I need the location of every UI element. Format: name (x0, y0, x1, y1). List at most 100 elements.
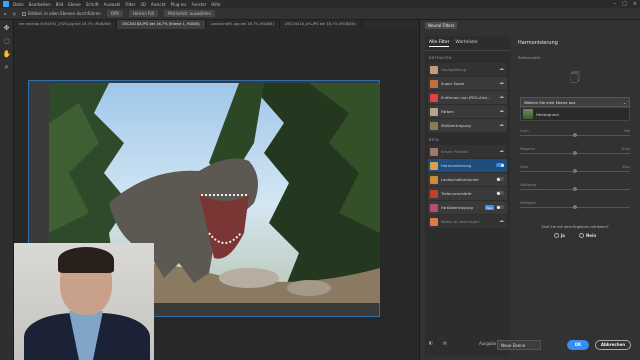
menu-fenster[interactable]: Fenster (191, 2, 206, 7)
depth-toggle[interactable] (496, 191, 504, 195)
slider-label: Magenta (520, 147, 535, 151)
filter-depth-blur[interactable]: Tiefenunschärfe (428, 187, 507, 200)
filter-thumb-icon (430, 121, 438, 130)
photoshop-logo-icon[interactable] (3, 1, 9, 7)
radio-icon[interactable] (553, 233, 559, 238)
tool-preset-icon[interactable]: ◎ (13, 11, 17, 16)
filter-harmonize[interactable]: Harmonisierung (428, 159, 507, 172)
maximize-icon[interactable]: □ (622, 1, 627, 7)
presenter-hair (58, 247, 114, 273)
menu-datei[interactable]: Datei (13, 2, 24, 7)
filter-skin-smoothing[interactable]: Hautglättung ☁ (428, 63, 507, 76)
feedback-options: Ja Nein (512, 233, 638, 238)
download-cloud-icon[interactable]: ☁ (499, 122, 504, 128)
tab-doc-3[interactable]: Landschaft1.jpg bei 16,7% (RGB/8) (206, 20, 280, 29)
menu-plugins[interactable]: Plug-ins (171, 2, 187, 7)
minimize-icon[interactable]: – (614, 1, 617, 7)
menu-schrift[interactable]: Schrift (86, 2, 99, 7)
filter-list: Alle Filter Warteliste ENTHALTEN Hautglä… (425, 36, 510, 356)
download-cloud-icon[interactable]: ☁ (499, 94, 504, 100)
download-cloud-icon[interactable]: ☁ (499, 66, 504, 72)
layer-select-dropdown[interactable]: Wählen Sie eine Ebene aus ⌄ (520, 97, 630, 107)
layer-thumb (523, 109, 533, 119)
feedback-no[interactable]: Nein (578, 233, 597, 238)
menu-bearbeiten[interactable]: Bearbeiten (29, 2, 51, 7)
filter-thumb-icon (430, 79, 438, 88)
hand-tool-icon[interactable]: ✋ (3, 50, 12, 58)
filter-label: Super Zoom (441, 81, 465, 86)
radio-icon[interactable] (578, 233, 584, 238)
slider-knob[interactable] (573, 205, 577, 209)
chevron-down-icon: ⌄ (622, 99, 626, 105)
filter-thumb-icon (430, 147, 438, 156)
download-cloud-icon[interactable]: ☁ (499, 108, 504, 114)
slider-label: Gelb (520, 165, 528, 169)
filter-colorize[interactable]: Färben ☁ (428, 105, 507, 118)
landscape-toggle[interactable] (496, 177, 504, 181)
tab-all-filters[interactable]: Alle Filter (429, 40, 450, 47)
tab-doc-4[interactable]: DSC04416_A%.JPG bei 16,7% (RGB/8#) (280, 20, 363, 29)
color-transfer-toggle[interactable] (496, 205, 504, 209)
marquee-tool-icon[interactable]: ◌ (3, 37, 11, 45)
sample-all-option[interactable]: Bildbel. in allen Ebenen durchführen (22, 11, 101, 16)
slider-knob[interactable] (573, 169, 577, 173)
slider-saturation[interactable]: Sättigung (520, 183, 630, 193)
document-tabs: ver-racklop 4094491_1920.jpg bei 16,7% (… (14, 20, 419, 29)
zoom-tool-icon[interactable]: ⌕ (3, 63, 11, 71)
download-cloud-icon[interactable]: ☁ (499, 148, 504, 154)
menu-ansicht[interactable]: Ansicht (151, 2, 166, 7)
filter-style-transfer[interactable]: Stilübertragung ☁ (428, 119, 507, 132)
option-pill-3[interactable]: Herren Rill (129, 10, 159, 17)
feedback-yes[interactable]: Ja (553, 233, 565, 238)
section-beta: BETA (429, 138, 439, 142)
checkbox-icon[interactable] (22, 11, 27, 16)
filter-super-zoom[interactable]: Super Zoom ☁ (428, 77, 507, 90)
filter-landscape-mixer[interactable]: Landschaftsmischer (428, 173, 507, 186)
filter-smart-portrait[interactable]: Smart Portrait ☁ (428, 145, 507, 158)
slider-yellow-blue[interactable]: Gelb Blau (520, 165, 630, 175)
slider-magenta-green[interactable]: Magenta Grün (520, 147, 630, 157)
filter-label: Hautglättung (441, 67, 467, 72)
menu-hilfe[interactable]: Hilfe (211, 2, 220, 7)
tab-waitlist[interactable]: Warteliste (455, 40, 477, 47)
filter-color-transfer[interactable]: Farbübertragung Neu (428, 201, 507, 214)
download-cloud-icon[interactable]: ☁ (499, 80, 504, 86)
harmonize-title: Harmonisierung (518, 40, 558, 46)
filter-thumb-icon (430, 203, 438, 212)
layer-stack-icon[interactable]: ▤ (443, 340, 447, 345)
menu-bar: Datei Bearbeiten Bild Ebene Schrift Ausw… (0, 0, 640, 8)
output-select[interactable]: Neue Ebene (497, 340, 541, 350)
layer-name: Hintergrund (536, 111, 559, 117)
slider-brightness[interactable]: Helligkeit (520, 201, 630, 211)
filter-label: Stilübertragung (441, 123, 471, 128)
home-icon[interactable]: ⌂ (4, 11, 7, 16)
sample-all-label: Bildbel. in allen Ebenen durchführen (28, 11, 101, 16)
download-cloud-icon[interactable]: ☁ (499, 218, 504, 224)
slider-knob[interactable] (573, 187, 577, 191)
layer-option-background[interactable]: Hintergrund (520, 107, 630, 121)
menu-3d[interactable]: 3D (140, 2, 146, 7)
menu-ebene[interactable]: Ebene (68, 2, 81, 7)
tab-doc-1[interactable]: ver-racklop 4094491_1920.jpg bei 16,7% (… (14, 20, 118, 29)
menu-auswahl[interactable]: Auswahl (104, 2, 121, 7)
option-pill-4[interactable]: Motiv/mit: auswählen (164, 10, 216, 17)
preview-toggle-icon[interactable]: ◧ (429, 340, 433, 345)
filter-thumb-icon (430, 189, 438, 198)
menu-filter[interactable]: Filter (125, 2, 135, 7)
filter-makeup-transfer[interactable]: Make-up übertragen ☁ (428, 215, 507, 228)
ok-button[interactable]: OK (567, 340, 589, 350)
slider-knob[interactable] (573, 151, 577, 155)
filter-label: Entfernen von JPEG-Arte... (441, 95, 491, 100)
move-tool-icon[interactable]: ✥ (3, 24, 11, 32)
filter-jpeg-artifacts[interactable]: Entfernen von JPEG-Arte... ☁ (428, 91, 507, 104)
harmonize-toggle[interactable] (496, 163, 504, 167)
tab-doc-2[interactable]: DSC04183.JPG bei 16,7% (Ebene 1, RGB/8) (117, 20, 206, 29)
option-pill-2[interactable]: OPR (106, 10, 124, 17)
no-label: Nein (585, 233, 597, 238)
menu-bild[interactable]: Bild (56, 2, 64, 7)
close-icon[interactable]: × (633, 1, 637, 7)
cancel-button[interactable]: Abbrechen (595, 340, 631, 350)
slider-right-label: Grün (621, 147, 630, 151)
slider-knob[interactable] (573, 133, 577, 137)
slider-cyan-red[interactable]: Cyan Rot (520, 129, 630, 139)
